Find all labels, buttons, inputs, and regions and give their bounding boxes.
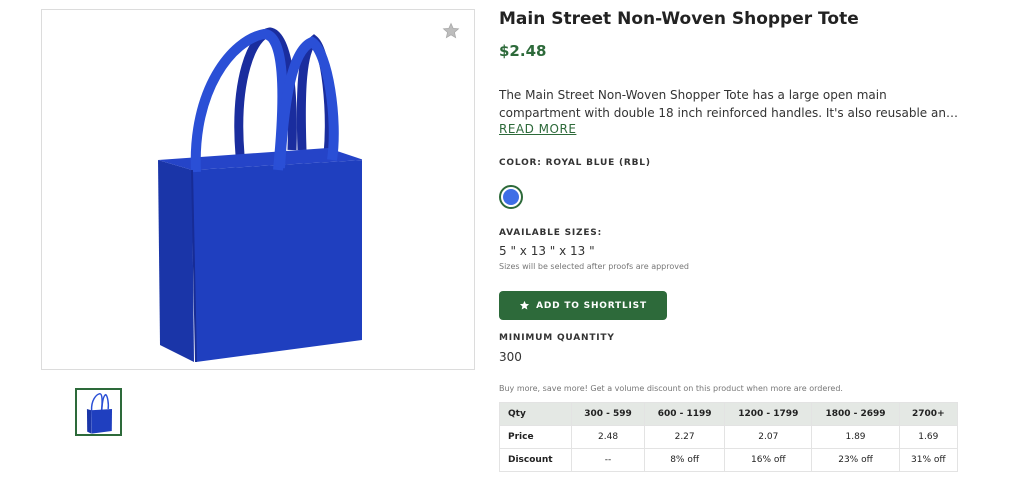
size-value: 5 " x 13 " x 13 " (499, 244, 595, 258)
table-cell: 2.48 (570, 425, 646, 449)
table-header-cell: 300 - 599 (570, 402, 646, 426)
available-sizes-label: AVAILABLE SIZES: (499, 228, 602, 238)
table-row-discount: Discount -- 8% off 16% off 23% off 31% o… (499, 448, 959, 472)
add-to-shortlist-button[interactable]: ADD TO SHORTLIST (499, 291, 667, 320)
minimum-quantity-value: 300 (499, 350, 522, 364)
table-header-cell: 1200 - 1799 (724, 402, 813, 426)
product-price: $2.48 (499, 42, 547, 60)
table-cell: 16% off (724, 448, 813, 472)
color-label: COLOR: ROYAL BLUE (RBL) (499, 158, 651, 168)
product-image-panel (41, 9, 475, 370)
volume-discount-note: Buy more, save more! Get a volume discou… (499, 384, 843, 393)
color-swatch-royal-blue[interactable] (499, 185, 523, 209)
table-cell: 23% off (811, 448, 900, 472)
table-cell: 1.69 (898, 425, 959, 449)
table-cell: -- (570, 448, 646, 472)
table-row-price: Price 2.48 2.27 2.07 1.89 1.69 (499, 425, 959, 449)
table-cell: 2.07 (724, 425, 813, 449)
bag-thumbnail-image (86, 392, 113, 434)
minimum-quantity-label: MINIMUM QUANTITY (499, 333, 615, 343)
table-header-row: Qty 300 - 599 600 - 1199 1200 - 1799 180… (499, 402, 959, 426)
table-cell: 2.27 (644, 425, 726, 449)
table-cell: 8% off (644, 448, 726, 472)
product-title: Main Street Non-Woven Shopper Tote (499, 9, 859, 29)
table-cell: Price (499, 425, 572, 449)
color-swatch-dot (503, 189, 519, 205)
favorite-star-icon[interactable] (442, 22, 460, 40)
add-to-shortlist-label: ADD TO SHORTLIST (536, 300, 647, 311)
table-header-cell: Qty (499, 402, 572, 426)
table-cell: 31% off (898, 448, 959, 472)
star-icon (520, 300, 530, 310)
size-note: Sizes will be selected after proofs are … (499, 262, 689, 271)
product-bag-image (158, 27, 362, 363)
product-description: The Main Street Non-Woven Shopper Tote h… (499, 88, 954, 120)
table-header-cell: 600 - 1199 (644, 402, 726, 426)
table-cell: Discount (499, 448, 572, 472)
product-thumbnail[interactable] (75, 388, 122, 436)
table-header-cell: 1800 - 2699 (811, 402, 900, 426)
table-cell: 1.89 (811, 425, 900, 449)
table-header-cell: 2700+ (898, 402, 959, 426)
volume-pricing-table: Qty 300 - 599 600 - 1199 1200 - 1799 180… (499, 402, 959, 472)
read-more-link[interactable]: READ MORE (499, 122, 576, 136)
